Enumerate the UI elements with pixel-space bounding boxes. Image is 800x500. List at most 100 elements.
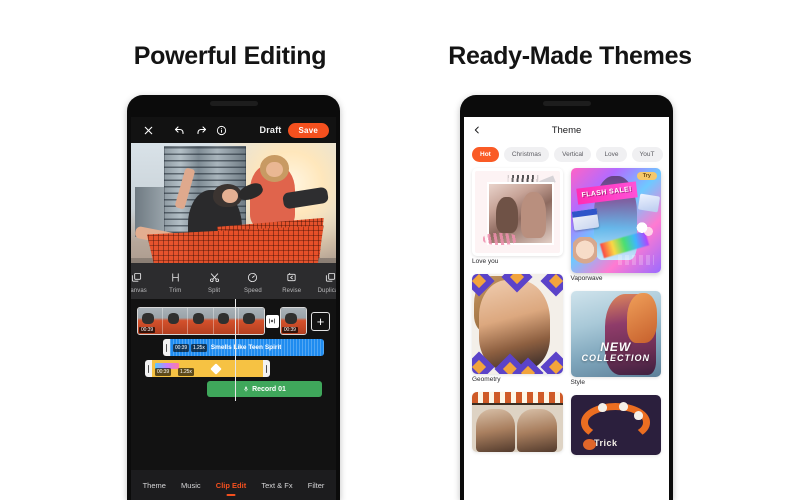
- theme-card-style[interactable]: NEW COLLECTION Style: [570, 291, 661, 391]
- add-clip-button[interactable]: +: [311, 311, 330, 331]
- phone-mockup-themes: Theme Hot Christmas Vertical Love YouT L…: [460, 95, 673, 500]
- theme-thumbnail-love[interactable]: [472, 168, 563, 256]
- vaporwave-baby: [573, 237, 597, 269]
- video-clip-1[interactable]: 00:39: [137, 307, 265, 335]
- music-title: Smells Like Teen Spirit: [210, 344, 282, 351]
- theme-thumbnail-style[interactable]: NEW COLLECTION: [570, 291, 661, 377]
- preview-face-front: [222, 189, 238, 204]
- vaporwave-pricetag: [617, 255, 654, 265]
- editor-screen: Draft Save anvas Trim Split Speed Revise…: [131, 117, 336, 500]
- geometry-diamond: [539, 274, 563, 297]
- theme-card-vaporwave[interactable]: Try FLASH SALE! Vaporwave: [570, 168, 661, 287]
- toolbar-item-trim[interactable]: Trim: [156, 270, 195, 294]
- chip-vertical[interactable]: Vertical: [554, 147, 592, 162]
- music-duration-badge: 00:39: [173, 343, 190, 352]
- clip-thumbnail: 00:39: [138, 308, 164, 334]
- sticker-track-body[interactable]: 00:39 1.25x: [152, 360, 263, 377]
- vaporwave-pills: [635, 218, 656, 242]
- theme-card-label: Vaporwave: [570, 275, 603, 282]
- undo-arrow-icon[interactable]: [169, 120, 190, 140]
- toolbar-label: Speed: [243, 288, 262, 294]
- transition-icon[interactable]: [265, 314, 279, 328]
- editor-topbar: Draft Save: [131, 117, 336, 143]
- clip-toolbar: Canvas Trim Split: [131, 263, 336, 299]
- keyframe-marker[interactable]: [210, 362, 223, 375]
- phone-notch: [209, 101, 258, 106]
- music-track[interactable]: 00:39 1.25x Smells Like Teen Spirit: [163, 339, 324, 356]
- timeline[interactable]: 00:39 00:39 + 00:39 1.25x Smells Like Te…: [131, 299, 336, 423]
- tab-text-fx[interactable]: Text & Fx: [259, 478, 294, 493]
- clip-thumbnail: [238, 308, 264, 334]
- canvas-icon: [131, 270, 142, 285]
- theme-category-chips[interactable]: Hot Christmas Vertical Love YouT: [464, 143, 669, 168]
- sticker-speed-badge: 1.25x: [178, 368, 194, 376]
- chip-love[interactable]: Love: [596, 147, 627, 162]
- video-track-row[interactable]: 00:39 00:39 +: [137, 307, 330, 335]
- duplicate-icon: [325, 270, 336, 285]
- theme-card-label: Love you: [472, 258, 499, 265]
- toolbar-label: Revise: [282, 288, 302, 294]
- screenshot-stage: Powerful Editing Ready-Made Themes Draft…: [0, 0, 800, 500]
- film-person-right: [517, 408, 558, 452]
- halloween-skull: [633, 410, 643, 420]
- style-hair: [626, 292, 658, 343]
- theme-thumbnail-vaporwave[interactable]: Try FLASH SALE!: [570, 168, 661, 273]
- halloween-skull: [619, 401, 629, 411]
- style-overlay-line1: NEW: [600, 340, 632, 355]
- toolbar-item-revise[interactable]: Revise: [272, 270, 311, 294]
- theme-card-geometry[interactable]: Geometry: [472, 274, 563, 388]
- toolbar-item-canvas[interactable]: Canvas: [131, 270, 156, 294]
- style-overlay-line2: COLLECTION: [581, 352, 650, 363]
- draft-label[interactable]: Draft: [260, 125, 282, 135]
- toolbar-label: Duplicate: [317, 288, 336, 294]
- sticker-handle-left[interactable]: [145, 360, 152, 377]
- theme-thumbnail-geometry[interactable]: [472, 274, 563, 374]
- themes-title: Theme: [551, 124, 582, 136]
- playhead[interactable]: [234, 299, 236, 401]
- theme-thumbnail-film[interactable]: [472, 392, 563, 452]
- close-x-icon[interactable]: [138, 120, 159, 140]
- sticker-track[interactable]: 00:39 1.25x: [145, 360, 270, 377]
- chip-youtube[interactable]: YouT: [631, 147, 663, 162]
- toolbar-item-duplicate[interactable]: Duplicate: [311, 270, 336, 294]
- record-track-label: Record 01: [252, 385, 286, 393]
- music-track-row[interactable]: 00:39 1.25x Smells Like Teen Spirit: [137, 339, 330, 356]
- chip-christmas[interactable]: Christmas: [503, 147, 550, 162]
- video-preview[interactable]: Canvas Trim Split: [131, 143, 336, 299]
- theme-column-left: Love you Geometry: [472, 168, 563, 455]
- info-circle-icon[interactable]: [211, 120, 232, 140]
- speedometer-icon: [247, 270, 258, 285]
- music-track-body[interactable]: 00:39 1.25x Smells Like Teen Spirit: [170, 339, 324, 356]
- trim-icon: [170, 270, 181, 285]
- sticker-duration-badge: 00:39: [155, 368, 172, 376]
- clip-duration-badge: 00:39: [139, 327, 156, 333]
- phone-mockup-editor: Draft Save anvas Trim Split Speed Revise…: [127, 95, 340, 500]
- toolbar-label: Canvas: [131, 288, 147, 294]
- record-track[interactable]: Record 01: [207, 381, 322, 397]
- theme-card-love-you[interactable]: Love you: [472, 168, 563, 270]
- redo-arrow-icon[interactable]: [190, 120, 211, 140]
- chip-hot[interactable]: Hot: [472, 147, 499, 162]
- music-speed-badge: 1.25x: [191, 343, 207, 352]
- themes-header: Theme: [464, 117, 669, 143]
- save-button[interactable]: Save: [287, 122, 329, 138]
- music-handle-left[interactable]: [163, 339, 170, 356]
- try-badge[interactable]: Try: [636, 172, 657, 180]
- love-pink-word: [483, 233, 518, 245]
- sticker-track-row[interactable]: 00:39 1.25x: [137, 360, 330, 377]
- theme-card-label: Geometry: [472, 376, 501, 383]
- preview-face-back: [266, 161, 283, 178]
- tab-music[interactable]: Music: [179, 478, 203, 493]
- tab-clip-edit[interactable]: Clip Edit: [214, 478, 248, 493]
- clip-duration-badge: 00:39: [281, 327, 298, 333]
- theme-column-right: Try FLASH SALE! Vaporwave NEW COLLECTION…: [570, 168, 661, 455]
- sticker-handle-right[interactable]: [263, 360, 270, 377]
- toolbar-item-speed[interactable]: Speed: [234, 270, 273, 294]
- toolbar-label: Trim: [169, 288, 182, 294]
- toolbar-item-split[interactable]: Split: [195, 270, 234, 294]
- video-clip-2[interactable]: 00:39: [279, 307, 307, 335]
- scissors-icon: [209, 270, 220, 285]
- tab-filter[interactable]: Filter: [306, 478, 327, 493]
- theme-thumbnail-halloween[interactable]: Trick: [570, 395, 661, 455]
- tab-theme[interactable]: Theme: [141, 478, 168, 493]
